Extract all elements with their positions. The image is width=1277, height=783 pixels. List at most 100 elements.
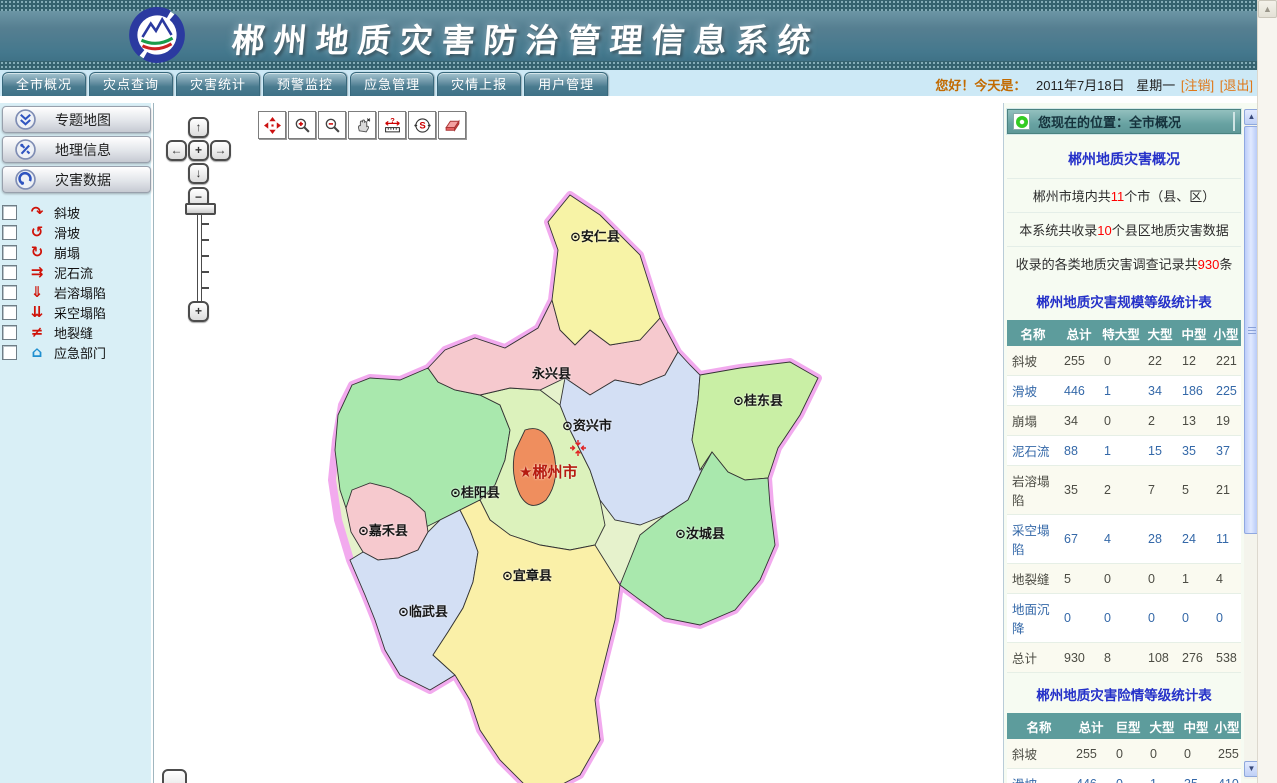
district-label[interactable]: ★郴州市: [519, 461, 577, 482]
zoom-in-tool-button[interactable]: [288, 111, 316, 139]
table-cell: 34: [1143, 376, 1177, 406]
pan-tool-button[interactable]: [258, 111, 286, 139]
page-scrollbar[interactable]: ▲: [1257, 0, 1277, 783]
district-name: 郴州市: [532, 464, 577, 481]
pan-right-button[interactable]: →: [210, 140, 231, 161]
pan-left-button[interactable]: ←: [166, 140, 187, 161]
table-cell: 地裂缝: [1007, 564, 1059, 594]
pan-down-button[interactable]: ↓: [188, 163, 209, 184]
scale-tool-button[interactable]: S: [408, 111, 436, 139]
nav-tab[interactable]: 灾点查询: [89, 72, 173, 96]
table-cell: 28: [1143, 515, 1177, 564]
current-weekday: 星期一: [1136, 78, 1175, 93]
layer-symbol-icon: ⇊: [28, 303, 46, 321]
table-row: 崩塌34021319: [1007, 406, 1241, 436]
tools-icon: [15, 139, 36, 160]
layer-checkbox[interactable]: [2, 225, 17, 240]
column-header: 巨型: [1111, 713, 1145, 739]
exit-link[interactable]: [退出]: [1220, 78, 1253, 93]
sidebar-section-label: 灾害数据: [55, 170, 111, 190]
page-scroll-up-arrow-icon[interactable]: ▲: [1258, 0, 1277, 18]
table-cell: 崩塌: [1007, 406, 1059, 436]
nav-tab[interactable]: 全市概况: [2, 72, 86, 96]
zoom-out-tool-button[interactable]: [318, 111, 346, 139]
sidebar-section-disaster-data[interactable]: 灾害数据: [2, 166, 151, 193]
district-label[interactable]: ⊙汝城县: [675, 523, 725, 542]
layer-checkbox[interactable]: [2, 305, 17, 320]
table-cell: 12: [1177, 346, 1211, 376]
table-row: 斜坡25502212221: [1007, 346, 1241, 376]
table-cell: 0: [1099, 406, 1143, 436]
table-cell: 19: [1211, 406, 1241, 436]
table-cell: 67: [1059, 515, 1099, 564]
table-cell: 22: [1143, 346, 1177, 376]
district-name: 桂阳县: [461, 485, 500, 500]
magnifier-plus-icon: [294, 117, 311, 134]
layer-row: ⇉ 泥石流: [0, 262, 153, 282]
table-row: 滑坡446134186225: [1007, 376, 1241, 406]
layer-checkbox[interactable]: [2, 205, 17, 220]
map-crosshair-marker-icon: [569, 439, 587, 457]
table-row: 斜坡255000255: [1007, 739, 1241, 769]
layer-checkbox[interactable]: [2, 285, 17, 300]
measure-tool-button[interactable]: ?: [378, 111, 406, 139]
nav-tab[interactable]: 灾害统计: [176, 72, 260, 96]
eraser-tool-button[interactable]: [438, 111, 466, 139]
nav-tab[interactable]: 应急管理: [350, 72, 434, 96]
district-label[interactable]: 永兴县: [532, 363, 571, 382]
district-name: 嘉禾县: [369, 523, 408, 538]
nav-tab[interactable]: 预警监控: [263, 72, 347, 96]
table-row: 地裂缝50014: [1007, 564, 1241, 594]
map-corner-button[interactable]: [162, 769, 187, 783]
highlight-number: 930: [1198, 257, 1220, 272]
magnifier-minus-icon: [324, 117, 341, 134]
table-cell: 0: [1211, 594, 1241, 643]
district-label[interactable]: ⊙临武县: [398, 601, 448, 620]
table-row: 岩溶塌陷3527521: [1007, 466, 1241, 515]
district-label[interactable]: ⊙嘉禾县: [358, 520, 408, 539]
county-seat-marker-icon: ⊙: [398, 604, 409, 619]
district-label[interactable]: ⊙桂阳县: [450, 482, 500, 501]
district-label[interactable]: ⊙资兴市: [562, 415, 612, 434]
district-label[interactable]: ⊙安仁县: [570, 226, 620, 245]
table-header-row: 名称总计特大型大型中型小型: [1007, 320, 1241, 346]
district-name: 永兴县: [532, 366, 571, 381]
table-cell: 0: [1059, 594, 1099, 643]
pan-hand-tool-button[interactable]: [348, 111, 376, 139]
info-panel: 您现在的位置：全市概况 郴州地质灾害概况 郴州市境内共11个市（县、区） 本系统…: [1003, 103, 1259, 783]
table-cell: 276: [1177, 643, 1211, 673]
table-cell: 0: [1143, 564, 1177, 594]
table-cell: 410: [1213, 769, 1241, 783]
scale-icon: S: [414, 117, 431, 134]
column-header: 名称: [1007, 320, 1059, 346]
nav-tab[interactable]: 用户管理: [524, 72, 608, 96]
column-header: 中型: [1177, 320, 1211, 346]
table-cell: 8: [1099, 643, 1143, 673]
zoom-slider-handle[interactable]: [185, 203, 216, 215]
table-cell: 0: [1145, 739, 1179, 769]
county-seat-marker-icon: ⊙: [733, 393, 744, 408]
table-cell: 24: [1177, 515, 1211, 564]
location-text: 您现在的位置：全市概况: [1038, 112, 1181, 131]
nav-tab[interactable]: 灾情上报: [437, 72, 521, 96]
layer-checkbox[interactable]: [2, 265, 17, 280]
layer-checkbox[interactable]: [2, 325, 17, 340]
layer-row: ⇓ 岩溶塌陷: [0, 282, 153, 302]
zoom-tick: [201, 255, 209, 257]
layer-checkbox[interactable]: [2, 245, 17, 260]
pan-center-button[interactable]: +: [188, 140, 209, 161]
sidebar-section-geo-info[interactable]: 地理信息: [2, 136, 151, 163]
map-viewport[interactable]: ⊙安仁县 永兴县 ⊙资兴市 ⊙桂东县 ★郴州市 ⊙桂阳县 ⊙嘉禾县: [157, 103, 1003, 783]
sidebar-section-thematic-maps[interactable]: 专题地图: [2, 106, 151, 133]
pan-up-button[interactable]: ↑: [188, 117, 209, 138]
column-header: 小型: [1211, 320, 1241, 346]
app-header: 郴州地质灾害防治管理信息系统: [0, 0, 1258, 71]
logout-link[interactable]: [注销]: [1181, 78, 1214, 93]
zoom-in-button[interactable]: +: [188, 301, 209, 322]
layer-checkbox[interactable]: [2, 345, 17, 360]
layer-label: 斜坡: [54, 203, 80, 222]
district-label[interactable]: ⊙桂东县: [733, 390, 783, 409]
layer-label: 泥石流: [54, 263, 93, 282]
district-label[interactable]: ⊙宜章县: [502, 565, 552, 584]
layer-label: 岩溶塌陷: [54, 283, 106, 302]
